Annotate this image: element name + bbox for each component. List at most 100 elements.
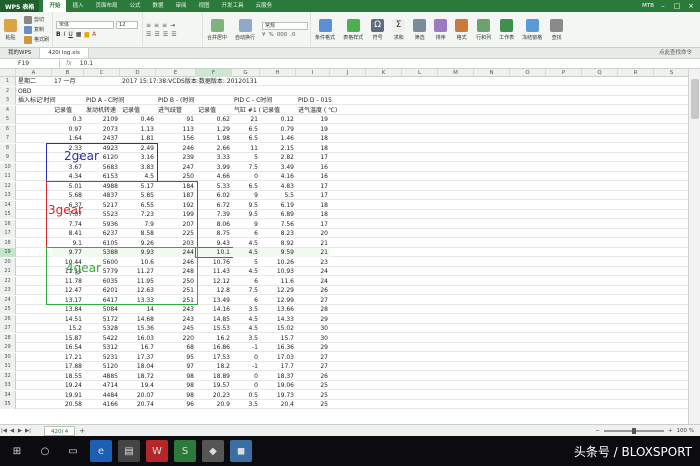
cell[interactable]: 2073 <box>84 125 120 134</box>
cell[interactable]: -1 <box>232 362 260 371</box>
column-header[interactable]: K <box>366 69 402 77</box>
cell[interactable]: 3.83 <box>120 163 156 172</box>
cell[interactable]: 21 <box>232 115 260 124</box>
cell[interactable]: 13.66 <box>260 305 296 314</box>
cell[interactable]: 8.06 <box>196 220 232 229</box>
cell[interactable]: 203 <box>156 239 196 248</box>
cell[interactable]: 12.8 <box>196 286 232 295</box>
row-header[interactable]: 28 <box>0 333 16 343</box>
cell[interactable]: 8.92 <box>260 239 296 248</box>
zoom-in-icon[interactable]: + <box>668 428 673 434</box>
user-name[interactable]: MTB <box>642 3 654 9</box>
cell[interactable]: 16.86 <box>196 343 232 352</box>
cell[interactable]: 18.55 <box>52 372 84 381</box>
sort-button[interactable]: 排序 <box>430 12 451 47</box>
cell[interactable]: 记录值 <box>196 106 232 115</box>
cell[interactable]: 发动机转速 <box>84 106 120 115</box>
cell[interactable]: 28 <box>296 305 330 314</box>
cell[interactable]: 16 <box>296 172 330 181</box>
cell[interactable]: 14.85 <box>196 315 232 324</box>
cell[interactable]: PID A - C时间 <box>84 96 124 105</box>
cell[interactable]: 12.29 <box>260 286 296 295</box>
decimal-icon[interactable]: .0 <box>290 32 295 38</box>
cell[interactable]: 5328 <box>84 324 120 333</box>
cell[interactable]: 5084 <box>84 305 120 314</box>
cell[interactable]: 19.91 <box>52 391 84 400</box>
cell[interactable]: 6.55 <box>120 201 156 210</box>
cell[interactable]: 12.63 <box>120 286 156 295</box>
cell[interactable]: 13.84 <box>52 305 84 314</box>
font-color-icon[interactable]: A <box>92 31 96 38</box>
cell[interactable]: 3.16 <box>120 153 156 162</box>
cell[interactable]: 5936 <box>84 220 120 229</box>
cell[interactable]: 2.15 <box>260 144 296 153</box>
cell[interactable]: 11.27 <box>120 267 156 276</box>
menu-item[interactable]: 公式 <box>123 0 146 12</box>
cell[interactable]: 16.2 <box>196 334 232 343</box>
cell[interactable]: 29 <box>296 315 330 324</box>
cell[interactable]: 14.16 <box>196 305 232 314</box>
start-icon[interactable]: ⊞ <box>6 440 28 462</box>
cell[interactable]: 10.6 <box>120 258 156 267</box>
row-header[interactable]: 1 <box>0 77 16 86</box>
align-middle-icon[interactable]: ≡ <box>154 22 159 29</box>
browser-icon[interactable]: e <box>90 440 112 462</box>
cell[interactable]: 12.47 <box>52 286 84 295</box>
search-icon[interactable]: ○ <box>34 440 56 462</box>
cell[interactable]: 25 <box>296 391 330 400</box>
cell[interactable]: 9.1 <box>52 239 84 248</box>
cell[interactable]: 8.58 <box>120 229 156 238</box>
tab-log-file[interactable]: 420i log.xls <box>40 48 89 58</box>
fill-color-icon[interactable]: ▆ <box>84 31 89 38</box>
row-col-button[interactable]: 行和列 <box>472 12 495 47</box>
cell[interactable]: 4885 <box>84 372 120 381</box>
cell[interactable]: 5 <box>232 258 260 267</box>
cell[interactable]: 97 <box>156 362 196 371</box>
cell[interactable]: 12.99 <box>260 296 296 305</box>
row-header[interactable]: 11 <box>0 172 16 181</box>
cell[interactable]: 9 <box>232 191 260 200</box>
cell[interactable]: 91 <box>156 115 196 124</box>
cell[interactable]: 13.17 <box>52 296 84 305</box>
menu-item[interactable]: 数据 <box>147 0 170 12</box>
cell[interactable]: 19 <box>296 125 330 134</box>
cell[interactable]: 19 <box>296 115 330 124</box>
cell[interactable]: 18.04 <box>120 362 156 371</box>
cell[interactable]: 10.1 <box>195 247 233 258</box>
cell[interactable]: 27 <box>296 296 330 305</box>
vertical-scrollbar[interactable] <box>688 69 700 424</box>
cell[interactable]: 29 <box>296 343 330 352</box>
indent-icon[interactable]: ⇥ <box>170 22 175 29</box>
row-header[interactable]: 34 <box>0 390 16 400</box>
cell[interactable]: 记录值 <box>260 106 296 115</box>
cell[interactable]: 2.82 <box>260 153 296 162</box>
font-name-select[interactable]: 宋体 <box>56 21 115 29</box>
cell[interactable]: 20 <box>296 229 330 238</box>
cell[interactable]: 10.93 <box>260 267 296 276</box>
cell[interactable]: 199 <box>156 210 196 219</box>
cell[interactable]: 20.58 <box>52 400 84 409</box>
cell[interactable]: 9.5 <box>232 210 260 219</box>
cell[interactable]: 4.5 <box>232 267 260 276</box>
column-header[interactable]: B <box>52 69 84 77</box>
name-box[interactable]: F19 <box>0 58 60 69</box>
cell[interactable]: 6 <box>232 296 260 305</box>
cell[interactable]: 15.2 <box>52 324 84 333</box>
cell[interactable]: 26 <box>296 286 330 295</box>
underline-icon[interactable]: U <box>68 31 72 38</box>
cell[interactable]: 6.5 <box>232 182 260 191</box>
cell[interactable]: 11.78 <box>52 277 84 286</box>
cell[interactable]: 184 <box>156 182 196 191</box>
copy-button[interactable]: 复制 <box>24 25 49 34</box>
cell[interactable]: 5.33 <box>196 182 232 191</box>
cell[interactable]: 3.5 <box>232 400 260 409</box>
cell[interactable]: 4.16 <box>260 172 296 181</box>
cell[interactable]: 246 <box>156 258 196 267</box>
cell[interactable]: 243 <box>156 305 196 314</box>
cell[interactable]: 6 <box>232 277 260 286</box>
cell[interactable]: 20.23 <box>196 391 232 400</box>
close-icon[interactable]: × <box>686 2 696 10</box>
cell[interactable]: 17 <box>296 191 330 200</box>
cell[interactable]: 0 <box>232 381 260 390</box>
column-header[interactable]: I <box>296 69 330 77</box>
